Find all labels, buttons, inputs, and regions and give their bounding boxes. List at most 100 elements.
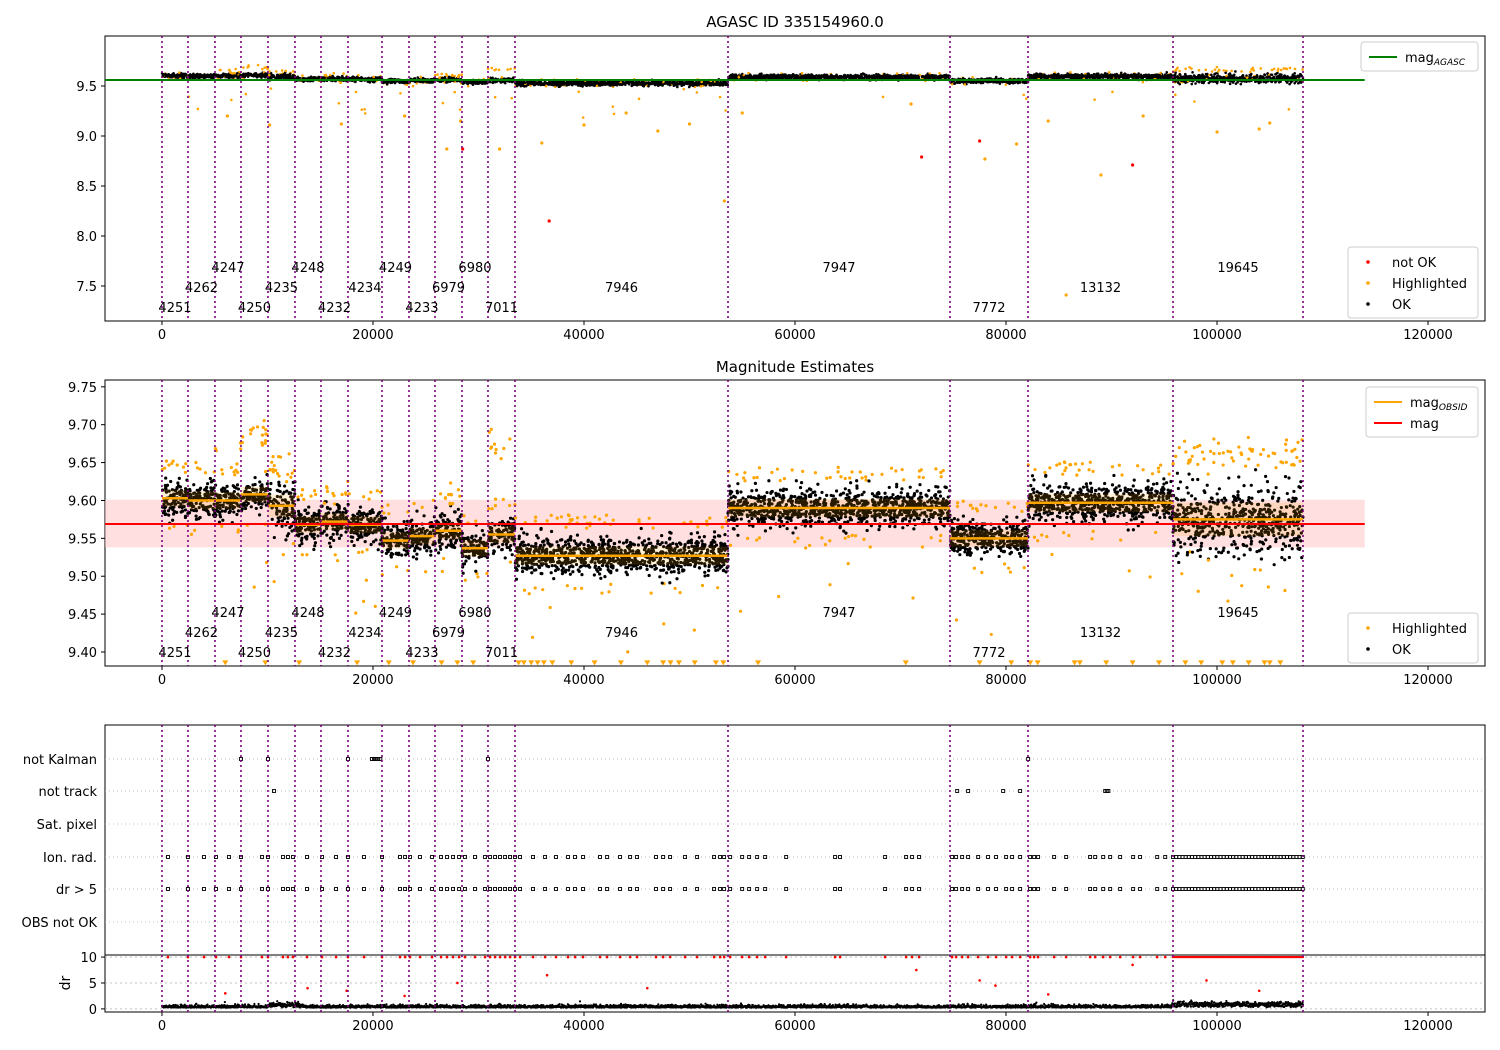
data-point	[1251, 66, 1255, 70]
data-point	[1224, 71, 1227, 75]
data-point	[1184, 67, 1187, 71]
x-tick-label: 40000	[563, 328, 604, 343]
data-point	[372, 75, 375, 79]
data-point	[864, 75, 868, 79]
data-point	[724, 109, 727, 112]
data-point	[363, 107, 366, 111]
top-panel-points	[160, 63, 1305, 297]
data-point	[1166, 73, 1170, 77]
data-point	[217, 75, 221, 78]
data-point	[1150, 75, 1153, 78]
data-point	[612, 81, 616, 85]
data-point	[341, 76, 345, 80]
data-point	[1249, 70, 1252, 74]
data-point	[1077, 73, 1081, 77]
data-point	[1233, 73, 1236, 77]
data-point	[744, 75, 748, 78]
data-point	[1055, 73, 1058, 77]
data-point	[1193, 100, 1196, 103]
data-point	[1258, 76, 1262, 80]
data-point	[811, 74, 814, 77]
data-point	[317, 75, 321, 79]
data-point	[436, 73, 439, 76]
data-point	[242, 73, 245, 76]
data-point	[537, 81, 540, 85]
x-tick-label: 120000	[1403, 328, 1453, 343]
data-point	[1296, 81, 1300, 85]
data-point	[523, 81, 527, 84]
data-point	[275, 74, 279, 78]
data-point	[1051, 75, 1055, 79]
data-point	[411, 84, 415, 88]
data-point	[1287, 107, 1291, 111]
data-point	[1105, 72, 1109, 76]
data-point	[1299, 81, 1303, 84]
data-point	[969, 81, 973, 84]
data-point	[1272, 75, 1276, 79]
obsid-label: 4235	[265, 281, 298, 296]
highlighted-point	[909, 102, 913, 106]
data-point	[188, 74, 192, 78]
data-point	[503, 81, 507, 85]
data-point	[712, 82, 716, 86]
data-point	[1263, 73, 1266, 76]
data-point	[971, 75, 974, 79]
data-point	[236, 75, 240, 79]
data-point	[557, 85, 561, 89]
data-point	[1111, 90, 1114, 94]
data-point	[204, 75, 208, 79]
data-point	[1179, 75, 1183, 79]
highlighted-point	[582, 123, 586, 127]
data-point	[1011, 81, 1015, 85]
data-point	[301, 74, 304, 77]
data-point	[915, 76, 919, 80]
data-point	[1293, 67, 1297, 71]
data-point	[767, 76, 770, 80]
data-point	[693, 83, 697, 87]
data-point	[256, 63, 260, 67]
data-point	[883, 75, 886, 78]
figure-canvas: AGASC ID 335154960.0 Magnitude Estimates…	[22, 13, 1486, 1034]
data-point	[772, 73, 776, 76]
data-point	[543, 80, 547, 84]
data-point	[938, 71, 941, 75]
data-point	[1058, 75, 1061, 79]
top-panel: 0 20000 40000 60000 80000 100000 1200007.58.08…	[76, 35, 1486, 343]
data-point	[1255, 74, 1259, 77]
data-point	[1212, 75, 1216, 78]
obsid-label: 4251	[158, 301, 191, 316]
data-point	[491, 81, 495, 85]
data-point	[582, 82, 585, 85]
data-point	[337, 75, 340, 79]
data-point	[549, 81, 552, 85]
data-point	[230, 98, 233, 102]
data-point	[1074, 73, 1077, 77]
data-point	[445, 81, 448, 84]
data-point	[1279, 68, 1283, 72]
highlighted-point	[740, 111, 744, 115]
data-point	[672, 82, 676, 85]
data-point	[682, 87, 686, 91]
data-point	[842, 76, 846, 79]
data-point	[819, 74, 822, 78]
highlighted-point	[497, 147, 502, 151]
data-point	[1114, 74, 1117, 78]
data-point	[895, 76, 899, 79]
data-point	[640, 83, 643, 87]
data-point	[718, 81, 721, 85]
not-ok-point	[547, 219, 551, 223]
data-point	[1204, 72, 1208, 76]
data-point	[228, 71, 232, 74]
x-tick-label: 20000	[352, 328, 393, 343]
data-point	[385, 82, 389, 86]
data-point	[252, 73, 256, 77]
data-point	[762, 75, 766, 79]
data-point	[577, 82, 580, 85]
data-point	[181, 76, 184, 80]
not-ok-point	[978, 139, 982, 143]
data-point	[1272, 67, 1276, 71]
data-point	[888, 76, 892, 80]
data-point	[1161, 75, 1164, 78]
data-point	[1204, 68, 1208, 72]
data-point	[663, 82, 666, 86]
